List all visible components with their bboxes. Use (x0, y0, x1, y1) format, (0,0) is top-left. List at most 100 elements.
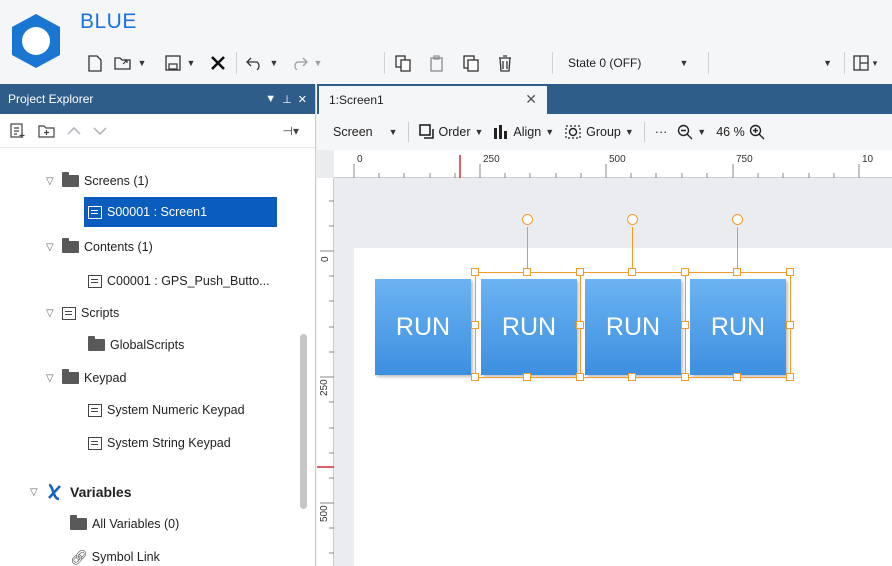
rotate-handle[interactable] (732, 214, 743, 225)
tree-item-globalscripts[interactable]: GlobalScripts (88, 333, 184, 357)
tree-item-keypad[interactable]: ▽ Keypad (46, 366, 126, 390)
chevron-down-icon[interactable]: ▽ (46, 242, 62, 253)
run-button-4[interactable]: RUN (690, 279, 786, 375)
resize-handle[interactable] (628, 268, 636, 276)
ruler-label: 500 (609, 154, 626, 165)
chevron-down-icon[interactable]: ▽ (46, 373, 62, 384)
tree-item-label: C00001 : GPS_Push_Butto... (107, 274, 270, 288)
ruler-label: 250 (483, 154, 500, 165)
open-button[interactable]: ▼ (110, 50, 150, 76)
tree-item-label: S00001 : Screen1 (107, 205, 208, 219)
more-button[interactable]: ··· (655, 125, 668, 139)
panel-menu-icon[interactable]: ▼ (265, 93, 276, 105)
pin-icon[interactable]: ⊥ (282, 93, 292, 106)
pin-options-icon[interactable]: ⊣▾ (283, 124, 299, 138)
state-dropdown-button[interactable]: ▼ (664, 52, 704, 74)
resize-handle[interactable] (576, 268, 584, 276)
close-tab-icon[interactable]: ✕ (525, 91, 537, 108)
secondary-dropdown[interactable]: ▼ (708, 52, 838, 74)
state-selector[interactable]: State 0 (OFF) (560, 52, 660, 74)
rotate-handle[interactable] (627, 214, 638, 225)
chevron-down-icon[interactable]: ▽ (30, 487, 46, 498)
explorer-scrollbar[interactable] (300, 334, 307, 509)
tree-item-label: Scripts (81, 306, 120, 320)
tree-item-scripts[interactable]: ▽ Scripts (46, 301, 119, 325)
tree-item-all-variables[interactable]: All Variables (0) (70, 512, 179, 536)
resize-handle[interactable] (523, 268, 531, 276)
resize-handle[interactable] (786, 321, 794, 329)
order-button[interactable]: Order ▼ (418, 124, 484, 140)
chevron-down-icon: ▼ (474, 127, 484, 137)
tree-item-label: All Variables (0) (92, 517, 180, 531)
resize-handle[interactable] (786, 373, 794, 381)
toolbar-separator (643, 122, 645, 142)
chevron-down-icon[interactable]: ▽ (46, 308, 62, 319)
chevron-down-icon[interactable]: ▽ (46, 176, 62, 187)
duplicate-button[interactable] (460, 50, 482, 76)
zoom-out-button[interactable]: ▼ (677, 124, 706, 140)
tree-item-screens[interactable]: ▽ Screens (1) (46, 169, 149, 193)
add-item-icon[interactable] (10, 122, 26, 139)
redo-button[interactable]: ▼ (286, 50, 326, 76)
chevron-down-icon: ▼ (823, 58, 832, 68)
tree-item-variables[interactable]: ▽ Variables (30, 480, 132, 504)
save-button[interactable]: ▼ (160, 50, 200, 76)
tree-item-screen1[interactable]: S00001 : Screen1 (84, 197, 277, 227)
zoom-in-button[interactable] (749, 124, 765, 140)
close-button[interactable] (206, 50, 230, 76)
folder-icon (62, 172, 79, 187)
close-icon (211, 56, 225, 70)
run-button-2[interactable]: RUN (481, 279, 577, 375)
run-button-1[interactable]: RUN (375, 279, 471, 375)
toolbar-separator (407, 122, 409, 142)
move-up-icon[interactable] (67, 126, 81, 136)
screen-icon (88, 205, 102, 219)
group-button[interactable]: Group ▼ (564, 124, 634, 140)
resize-handle[interactable] (733, 373, 741, 381)
resize-handle[interactable] (471, 321, 479, 329)
open-icon (113, 57, 131, 70)
screen-dropdown[interactable]: Screen ▼ (333, 125, 398, 139)
resize-handle[interactable] (576, 321, 584, 329)
run-button-3[interactable]: RUN (585, 279, 681, 375)
tree-item-label: GlobalScripts (110, 338, 185, 352)
tree-item-content-c00001[interactable]: C00001 : GPS_Push_Butto... (88, 269, 270, 293)
new-file-button[interactable] (84, 50, 106, 76)
resize-handle[interactable] (786, 268, 794, 276)
delete-button[interactable] (494, 50, 516, 76)
paste-button[interactable] (426, 50, 448, 76)
resize-handle[interactable] (523, 373, 531, 381)
resize-handle[interactable] (471, 268, 479, 276)
tree-item-label: System String Keypad (107, 436, 231, 450)
resize-handle[interactable] (576, 373, 584, 381)
project-explorer-header: Project Explorer ▼ ⊥ ✕ (0, 84, 315, 114)
resize-handle[interactable] (733, 268, 741, 276)
tree-item-symbol-link[interactable]: 🔗︎ Symbol Link (70, 545, 160, 566)
layout-button[interactable]: ▾ (850, 50, 880, 76)
app-window: BLUE ▼ ▼ ▼ ▼ State 0 (OFF) ▼ ▼ ▾ Project… (0, 0, 892, 566)
tree-item-numeric-keypad[interactable]: System Numeric Keypad (88, 398, 245, 422)
chevron-down-icon: ▼ (697, 127, 707, 137)
rotate-handle[interactable] (522, 214, 533, 225)
resize-handle[interactable] (681, 321, 689, 329)
resize-handle[interactable] (471, 373, 479, 381)
tree-item-contents[interactable]: ▽ Contents (1) (46, 235, 153, 259)
align-button[interactable]: Align ▼ (493, 124, 554, 140)
rotation-stem (737, 227, 738, 272)
screen-design-canvas[interactable]: 0 250 500 750 10 0 250 500 RUN RUN RUN R… (317, 150, 892, 566)
resize-handle[interactable] (681, 268, 689, 276)
resize-handle[interactable] (681, 373, 689, 381)
zoom-level[interactable]: 46 % (716, 125, 745, 139)
close-icon[interactable]: ✕ (298, 93, 307, 106)
tab-screen1[interactable]: 1:Screen1 ✕ (319, 86, 547, 114)
folder-icon (62, 238, 79, 253)
tree-item-label: Keypad (84, 371, 127, 385)
move-down-icon[interactable] (93, 126, 107, 136)
screen-dropdown-label: Screen (333, 125, 373, 139)
copy-button[interactable] (392, 50, 414, 76)
resize-handle[interactable] (628, 373, 636, 381)
undo-button[interactable]: ▼ (242, 50, 282, 76)
tab-label: 1:Screen1 (329, 93, 384, 107)
add-folder-icon[interactable] (38, 123, 55, 138)
tree-item-string-keypad[interactable]: System String Keypad (88, 431, 231, 455)
